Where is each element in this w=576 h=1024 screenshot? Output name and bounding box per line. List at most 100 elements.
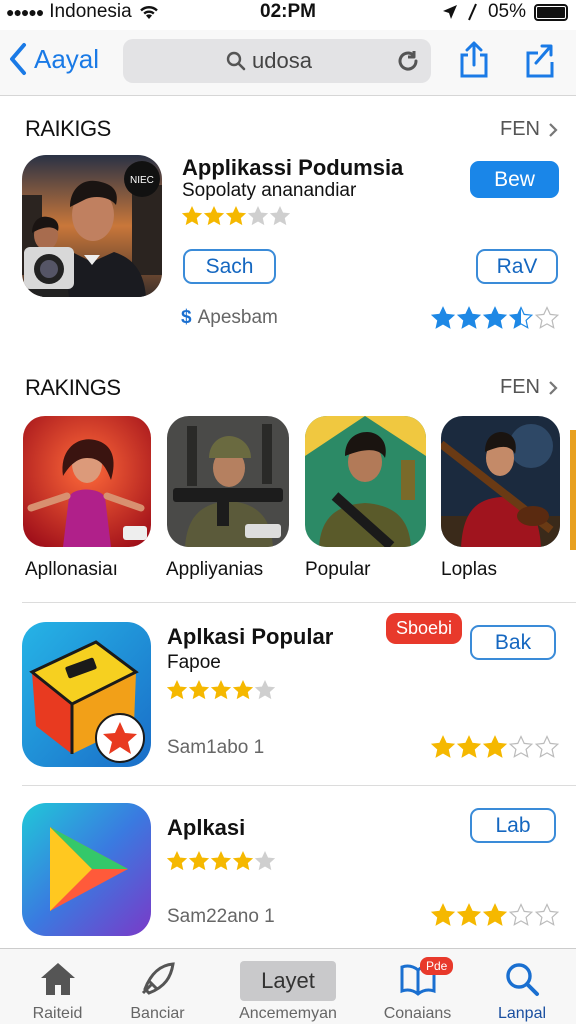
star-icon	[167, 680, 187, 700]
featured-right-button[interactable]: RaV	[476, 249, 558, 284]
tab-home[interactable]: Raiteid	[0, 949, 115, 1024]
list-app-subtitle: Fapoe	[167, 652, 221, 673]
star-icon	[457, 735, 481, 758]
tab-layet[interactable]: Layet Ancememyan	[230, 949, 346, 1024]
play-artwork	[22, 803, 151, 936]
cube-artwork	[22, 622, 151, 767]
divider	[22, 785, 576, 786]
star-icon	[431, 735, 455, 758]
list-app-meta: Sam22ano 1	[167, 906, 275, 927]
featured-price: $ Apesbam	[181, 307, 278, 329]
promo-badge: Sboebi	[386, 613, 462, 644]
see-more-label: FEN	[500, 118, 540, 140]
star-icon	[535, 903, 559, 926]
tab-label: Raiteid	[32, 1005, 83, 1022]
star-icon	[483, 735, 507, 758]
see-more-label-2: FEN	[500, 376, 540, 398]
grid-app-label[interactable]: Apllonasiaı	[25, 559, 118, 581]
section-title: RAIKIGS	[25, 116, 111, 141]
star-icon	[431, 306, 455, 329]
layet-badge: Layet	[240, 961, 336, 1001]
list-app-icon-2[interactable]	[22, 803, 151, 936]
star-icon	[255, 680, 275, 700]
grid-app-icon-1[interactable]	[23, 416, 151, 547]
tab-label: Lanpal	[497, 1005, 547, 1022]
svg-text:NIEC: NIEC	[130, 175, 154, 186]
star-icon	[483, 306, 507, 329]
grid-app-icon-2[interactable]	[167, 416, 289, 547]
featured-price-label: Apesbam	[197, 307, 278, 328]
featured-app-name[interactable]: Applikassi Podumsia	[182, 155, 403, 181]
list-app-meta: Sam1abo 1	[167, 737, 265, 758]
star-icon	[204, 206, 224, 226]
featured-left-button[interactable]: Sach	[183, 249, 276, 284]
star-icon	[189, 680, 209, 700]
guitarist-artwork	[441, 416, 560, 547]
list-rating-large	[431, 735, 559, 759]
list-app-name[interactable]: Aplkasi Popular	[167, 624, 333, 650]
star-icon	[233, 680, 253, 700]
see-more-link-2[interactable]: FEN	[500, 376, 558, 399]
chevron-right-icon	[549, 122, 558, 137]
grid-app-icon-4[interactable]	[441, 416, 560, 547]
soldier-artwork	[167, 416, 289, 547]
dancer-artwork	[23, 416, 151, 547]
star-icon	[182, 206, 202, 226]
tab-rocket[interactable]: Banciar	[100, 949, 215, 1024]
chevron-right-icon	[549, 380, 558, 395]
star-icon	[509, 903, 533, 926]
status-bar: ●●●●● Indonesia 02:PM 05%	[0, 0, 576, 26]
list-rating-small	[167, 680, 275, 700]
tab-label: Banciar	[130, 1005, 185, 1022]
star-icon	[535, 306, 559, 329]
list-rating-small	[167, 851, 275, 871]
tab-search[interactable]: Lanpal	[468, 949, 576, 1024]
back-label: Aayal	[34, 43, 100, 74]
dollar-icon: $	[181, 307, 192, 328]
star-icon	[211, 680, 231, 700]
alarm-icon	[468, 3, 477, 21]
star-icon	[211, 851, 231, 871]
back-button[interactable]: Aayal	[8, 42, 99, 76]
star-icon	[248, 206, 268, 226]
star-icon	[270, 206, 290, 226]
tab-label: Ancememyan	[239, 1005, 337, 1022]
star-icon	[509, 306, 533, 329]
share-icon[interactable]	[458, 41, 490, 79]
featured-rating-small	[182, 206, 290, 226]
list-app-name[interactable]: Aplkasi	[167, 815, 245, 841]
grid-app-label[interactable]: Popular	[305, 559, 371, 581]
featured-app-subtitle: Sopolaty ananandiar	[182, 180, 357, 201]
home-icon	[40, 963, 75, 995]
notification-badge: Pde	[420, 957, 454, 975]
export-icon[interactable]	[524, 41, 556, 79]
reload-icon[interactable]	[395, 48, 421, 74]
tab-label: Conaians	[383, 1005, 452, 1022]
search-field[interactable]: udosa	[123, 39, 431, 83]
star-icon	[483, 903, 507, 926]
next-app-peek	[570, 430, 576, 550]
list-app-button[interactable]: Lab	[470, 808, 556, 843]
star-icon	[167, 851, 187, 871]
list-app-icon-1[interactable]	[22, 622, 151, 767]
chevron-left-icon	[10, 43, 26, 75]
grid-app-label[interactable]: Appliyanias	[166, 559, 263, 581]
featured-app-artwork: NIEC	[22, 155, 162, 297]
see-more-link[interactable]: FEN	[500, 118, 558, 141]
featured-rating-large	[431, 306, 559, 330]
star-icon	[226, 206, 246, 226]
divider	[22, 602, 576, 603]
search-icon	[506, 963, 539, 996]
list-app-button[interactable]: Bak	[470, 625, 556, 660]
tab-book[interactable]: Pde Conaians	[360, 949, 475, 1024]
location-icon	[442, 5, 457, 19]
star-icon	[233, 851, 253, 871]
rocket-icon	[141, 962, 175, 995]
grid-app-icon-3[interactable]	[305, 416, 426, 547]
search-text: udosa	[252, 48, 312, 73]
grid-app-label[interactable]: Loplas	[441, 559, 497, 581]
featured-app-icon[interactable]: NIEC	[22, 155, 162, 297]
get-button[interactable]: Bew	[470, 161, 559, 198]
tab-bar: Raiteid Banciar Layet Ancememyan Pde Con…	[0, 948, 576, 1024]
star-icon	[189, 851, 209, 871]
